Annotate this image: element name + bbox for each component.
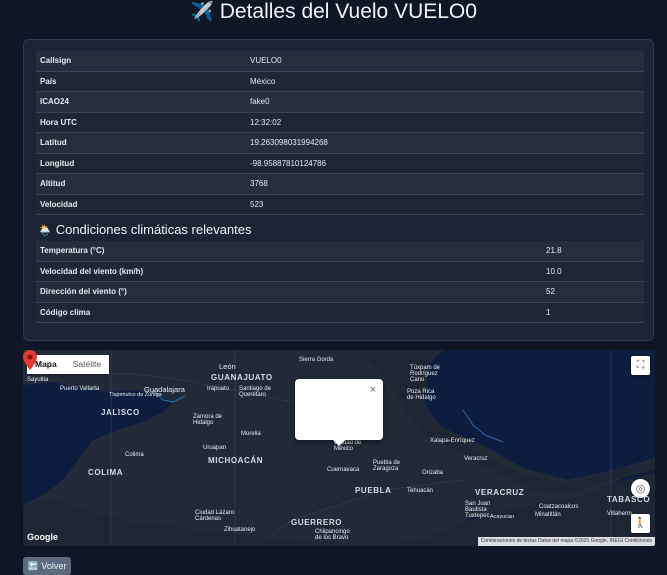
back-arrow-icon: 🔙 <box>27 561 39 571</box>
map-label: Morelia <box>241 431 261 437</box>
map-label: Irapuato <box>207 386 230 392</box>
map-label: Puerto Vallarta <box>60 386 100 392</box>
pegman-icon[interactable]: 🚶 <box>631 514 650 533</box>
map-label: TABASCO <box>607 495 651 504</box>
row-value: fake0 <box>246 91 644 113</box>
page-title: ✈️ Detalles del Vuelo VUELO0 <box>0 0 667 26</box>
map-label: Tehuacán <box>407 488 434 494</box>
map-label: Minatitlán <box>535 512 561 518</box>
google-logo: Google <box>27 532 58 542</box>
row-value: -98.95887810124786 <box>246 153 644 174</box>
map-label: Cuernavaca <box>327 467 360 473</box>
map-label: Xalapa-Enríquez <box>430 438 475 444</box>
map-label: Zamora de Hidalgo <box>193 414 223 426</box>
map-attribution[interactable]: Combinaciones de teclas Datos del mapa ©… <box>477 537 655 546</box>
map-label: Sayulita <box>27 377 49 383</box>
row-label: Latitud <box>36 132 246 154</box>
table-row: Velocidad del viento (km/h) 10.0 <box>36 261 644 282</box>
row-label: Velocidad del viento (km/h) <box>36 261 542 282</box>
table-row: Hora UTC 12:32:02 <box>36 112 644 133</box>
table-row: Altitud 3768 <box>36 173 644 195</box>
row-value: 1 <box>542 302 644 323</box>
close-icon[interactable]: × <box>370 384 376 396</box>
row-label: Callsign <box>36 51 246 72</box>
weather-table: Temperatura (°C) 21.8 Velocidad del vient… <box>36 241 644 323</box>
map-label: JALISCO <box>101 408 140 417</box>
map-label: GUANAJUATO <box>211 373 273 382</box>
map-label: Zihuatanejo <box>224 527 256 533</box>
row-label: Temperatura (°C) <box>36 241 542 262</box>
weather-heading: 🌦️ Condiciones climáticas relevantes <box>38 222 252 237</box>
map-label: GUERRERO <box>291 518 343 527</box>
row-label: Dirección del viento (°) <box>36 281 542 303</box>
table-row: Dirección del viento (°) 52 <box>36 281 644 303</box>
table-row: Código clima 1 <box>36 302 644 323</box>
map-label: Chilpancingo de los Bravo <box>315 529 350 541</box>
table-row: Velocidad 523 <box>36 194 644 215</box>
row-value: 12:32:02 <box>246 112 644 133</box>
map-label: VERACRUZ <box>475 488 525 497</box>
map-label: Túxpam de Rodríguez Cano <box>410 365 441 383</box>
row-value: México <box>246 71 644 92</box>
row-label: País <box>36 71 246 92</box>
map-label: Puebla de Zaragoza <box>373 460 401 472</box>
map-label: Uruapan <box>203 445 227 451</box>
back-button[interactable]: 🔙 Volver <box>23 557 71 575</box>
airplane-icon: ✈️ <box>190 2 214 23</box>
map-label: Orizaba <box>422 470 444 476</box>
map-label: COLIMA <box>88 468 124 477</box>
map-view[interactable]: Mapa Satélite ⛶ ◎ 🚶 Sayulita Puerto Vall… <box>23 350 655 546</box>
map-label: Poza Rica de Hidalgo <box>407 389 436 401</box>
row-value: VUELO0 <box>246 51 644 72</box>
map-label: Santiago de Querétaro <box>239 386 272 398</box>
map-label: Acayucan <box>490 514 515 520</box>
row-value: 3768 <box>246 173 644 195</box>
row-label: Código clima <box>36 302 542 323</box>
map-marker-icon[interactable] <box>23 350 37 370</box>
row-label: Velocidad <box>36 194 246 215</box>
table-row: Temperatura (°C) 21.8 <box>36 241 644 262</box>
table-row: Longitud -98.95887810124786 <box>36 153 644 174</box>
table-row: ICAO24 fake0 <box>36 91 644 113</box>
row-label: ICAO24 <box>36 91 246 113</box>
row-value: 523 <box>246 194 644 215</box>
row-value: 10.0 <box>542 261 644 282</box>
map-label: Veracruz <box>464 456 488 462</box>
row-value: 52 <box>542 281 644 303</box>
table-row: Latitud 19.263098031994268 <box>36 132 644 154</box>
page-title-text: Detalles del Vuelo VUELO0 <box>219 0 477 23</box>
map-label: Colima <box>125 452 144 458</box>
info-window: × <box>295 379 383 446</box>
table-row: Callsign VUELO0 <box>36 51 644 72</box>
map-label: Ciudad Lázaro Cárdenas <box>195 510 235 522</box>
row-label: Longitud <box>36 153 246 174</box>
weather-heading-text: Condiciones climáticas relevantes <box>55 222 252 237</box>
map-type-switch: Mapa Satélite <box>27 355 110 374</box>
row-value: 21.8 <box>542 241 644 262</box>
map-label: Guadalajara <box>144 385 185 394</box>
details-card: Callsign VUELO0 País México ICAO24 fake0 Ho… <box>23 39 654 341</box>
map-label: León <box>219 362 236 371</box>
flight-table: Callsign VUELO0 País México ICAO24 fake0 Ho… <box>36 51 644 215</box>
back-button-label: Volver <box>41 561 67 571</box>
map-label: MICHOACÁN <box>208 456 264 465</box>
row-label: Altitud <box>36 173 246 195</box>
sun-rain-icon: 🌦️ <box>38 225 52 237</box>
row-value: 19.263098031994268 <box>246 132 644 154</box>
map-label: Coatzacoalcos <box>539 504 579 510</box>
fullscreen-icon[interactable]: ⛶ <box>631 356 650 375</box>
map-label: Sierra Gorda <box>299 357 334 363</box>
map-label: Villaherm <box>607 511 632 517</box>
row-label: Hora UTC <box>36 112 246 133</box>
tab-satellite[interactable]: Satélite <box>65 355 109 374</box>
table-row: País México <box>36 71 644 92</box>
map-label: PUEBLA <box>355 486 392 495</box>
